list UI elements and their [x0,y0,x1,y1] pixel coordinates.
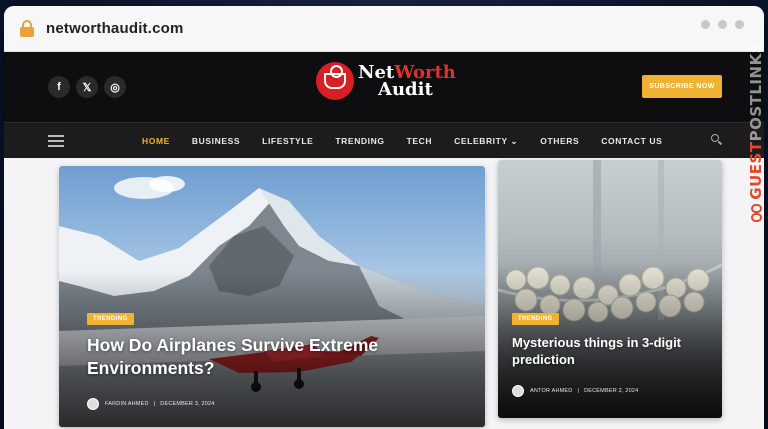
nav-menu: HOME BUSINESS LIFESTYLE TRENDING TECH CE… [142,123,684,159]
link-icon [749,203,764,224]
avatar [512,385,524,397]
author-name[interactable]: FARDIN AHMED [105,401,149,407]
address-bar[interactable]: networthaudit.com [4,6,764,52]
post-date: DECEMBER 3, 2024 [160,401,215,407]
nav-item-lifestyle[interactable]: LIFESTYLE [262,136,313,146]
nav-item-others[interactable]: OTHERS [540,136,579,146]
article-meta: FARDIN AHMED | DECEMBER 3, 2024 [87,398,215,410]
article-title[interactable]: How Do Airplanes Survive Extreme Environ… [87,334,417,380]
featured-article-card[interactable]: TRENDING How Do Airplanes Survive Extrem… [59,166,485,427]
site-logo[interactable]: NetWorth Audit [316,62,456,100]
main-navigation: HOME BUSINESS LIFESTYLE TRENDING TECH CE… [4,122,764,158]
lock-icon [20,20,34,37]
watermark-text: GUESTPOSTLINKS [747,42,765,200]
nav-item-business[interactable]: BUSINESS [192,136,240,146]
facebook-icon[interactable]: f [48,76,70,98]
post-date: DECEMBER 2, 2024 [584,388,639,394]
nav-item-home[interactable]: HOME [142,136,170,146]
hamburger-menu-icon[interactable] [48,135,64,150]
article-meta: ANTOR AHMED | DECEMBER 2, 2024 [512,385,638,397]
avatar [87,398,99,410]
author-name[interactable]: ANTOR AHMED [530,388,572,394]
social-links: f 𝕏 ◎ [48,76,126,98]
category-badge[interactable]: TRENDING [512,313,559,325]
guestpostlinks-watermark: GUESTPOSTLINKS [744,42,768,252]
secondary-article-card[interactable]: TRENDING Mysterious things in 3-digit pr… [498,160,722,418]
subscribe-button[interactable]: SUBSCRIBE NOW [642,75,722,98]
browser-window: networthaudit.com f 𝕏 ◎ NetWorth Audit S… [4,6,764,429]
nav-item-celebrity[interactable]: CELEBRITY ⌄ [454,136,518,147]
nav-item-tech[interactable]: TECH [407,136,433,146]
window-dot-icon[interactable] [701,20,710,29]
window-dot-icon[interactable] [718,20,727,29]
featured-area: TRENDING How Do Airplanes Survive Extrem… [4,158,764,429]
logo-text-audit: Audit [378,79,433,100]
category-badge[interactable]: TRENDING [87,313,134,325]
logo-mark-icon [316,62,354,100]
site-header: f 𝕏 ◎ NetWorth Audit SUBSCRIBE NOW [4,52,764,122]
nav-item-trending[interactable]: TRENDING [335,136,384,146]
x-twitter-icon[interactable]: 𝕏 [76,76,98,98]
window-controls[interactable] [701,20,744,29]
search-icon[interactable] [711,134,723,145]
article-title[interactable]: Mysterious things in 3-digit prediction [512,334,712,368]
nav-item-contact-us[interactable]: CONTACT US [601,136,662,146]
window-dot-icon[interactable] [735,20,744,29]
instagram-icon[interactable]: ◎ [104,76,126,98]
url-text[interactable]: networthaudit.com [46,20,184,37]
